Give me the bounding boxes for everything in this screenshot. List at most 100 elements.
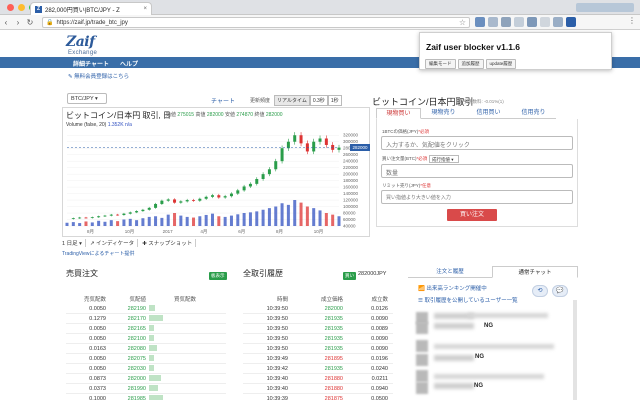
- tab-close-icon[interactable]: ×: [143, 6, 147, 12]
- price[interactable]: 282100: [106, 336, 146, 342]
- user-blocker-extension-icon[interactable]: [566, 17, 576, 27]
- sell-qty[interactable]: 0.0873: [66, 376, 106, 382]
- forward-button[interactable]: ›: [12, 18, 24, 27]
- update-frequency-label: 更新頻度: [250, 98, 271, 104]
- table-row[interactable]: 0.0373 281990: [66, 384, 226, 394]
- price[interactable]: 281985: [106, 396, 146, 400]
- table-row[interactable]: 0.0050 282100: [66, 334, 226, 344]
- last-price-tag: 282000: [350, 144, 370, 152]
- close-window-button[interactable]: [7, 4, 14, 11]
- depth-bar: [149, 315, 163, 322]
- minimize-window-button[interactable]: [18, 4, 25, 11]
- limit-input[interactable]: 買い指値より大きい値を入力: [381, 190, 573, 204]
- extension-icon[interactable]: [475, 17, 485, 27]
- sell-qty[interactable]: 0.0050: [66, 306, 106, 312]
- extension-icon[interactable]: [540, 17, 550, 27]
- extension-icon[interactable]: [514, 17, 524, 27]
- profile-button[interactable]: [576, 3, 634, 12]
- amount-input[interactable]: 数量: [381, 164, 573, 178]
- url-text[interactable]: https://zaif.jp/trade_btc_jpy: [56, 20, 127, 26]
- table-row[interactable]: 0.0050 282075: [66, 354, 226, 364]
- table-row[interactable]: 0.0050 282030: [66, 364, 226, 374]
- browser-tab[interactable]: Z 282,000円買い|BTC/JPY - Z ×: [30, 2, 152, 15]
- sell-qty[interactable]: 0.0050: [66, 366, 106, 372]
- back-button[interactable]: ‹: [0, 18, 12, 27]
- order-type-select[interactable]: 成行指値 ▾: [429, 155, 459, 163]
- price[interactable]: 282030: [106, 366, 146, 372]
- table-row[interactable]: 0.0873 282000: [66, 374, 226, 384]
- low-value: 274870: [236, 112, 254, 118]
- table-row[interactable]: 0.1279 282170: [66, 314, 226, 324]
- header-price: 気配値: [129, 297, 146, 303]
- tab-chat[interactable]: 通常チャット: [492, 266, 578, 278]
- sell-qty[interactable]: 0.0050: [66, 326, 106, 332]
- table-row: 10:39:40 281880 0.0211: [243, 374, 393, 384]
- extension-icon[interactable]: [527, 17, 537, 27]
- table-row[interactable]: 0.0050 282165: [66, 324, 226, 334]
- chat-scrollbar[interactable]: [573, 300, 577, 400]
- bookmark-star-icon[interactable]: ☆: [459, 18, 466, 27]
- sell-qty[interactable]: 0.1279: [66, 316, 106, 322]
- nav-detail-chart[interactable]: 詳細チャート: [73, 59, 109, 68]
- tab-chart[interactable]: チャート: [211, 96, 235, 105]
- edit-mode-button[interactable]: 編集モード: [425, 59, 456, 69]
- volume-bar: [192, 217, 196, 226]
- extension-icon[interactable]: [501, 17, 511, 27]
- price[interactable]: 282080: [106, 346, 146, 352]
- sell-qty[interactable]: 0.0050: [66, 356, 106, 362]
- order-tabs: 現物買い 現物売り 信用買い 信用売り: [376, 108, 556, 119]
- table-row[interactable]: 0.0050 282190: [66, 304, 226, 314]
- price[interactable]: 282075: [106, 356, 146, 362]
- volume-ranking-link[interactable]: 📶 出来高ランキング開催中: [418, 284, 487, 292]
- extension-icon[interactable]: [553, 17, 563, 27]
- tab-spot-sell[interactable]: 現物売り: [421, 108, 466, 119]
- update-history-button[interactable]: update履歴: [485, 59, 517, 69]
- lock-icon: 🔒: [46, 20, 54, 26]
- tradingview-credit-link[interactable]: TradingViewによるチャート提供: [62, 250, 134, 257]
- indicator-button[interactable]: ↗ インディケータ: [90, 239, 139, 247]
- interval-1s-button[interactable]: 1秒: [327, 95, 342, 106]
- table-row: 10:39:39 281875 0.0500: [243, 394, 393, 400]
- reload-button[interactable]: ↻: [24, 18, 36, 27]
- buy-order-button[interactable]: 買い注文: [447, 209, 497, 221]
- address-bar[interactable]: 🔒 https://zaif.jp/trade_btc_jpy ☆: [42, 17, 470, 28]
- table-row[interactable]: 0.0163 282080: [66, 344, 226, 354]
- tab-orders-history[interactable]: 注文と履歴: [408, 266, 492, 278]
- zaif-logo[interactable]: Zaif Exchange: [66, 34, 97, 56]
- price[interactable]: 282000: [106, 376, 146, 382]
- price[interactable]: 282190: [106, 306, 146, 312]
- refresh-icon[interactable]: ⟲: [532, 285, 548, 297]
- volume-bar: [147, 216, 151, 226]
- table-row: 10:39:50 281935 0.0090: [243, 344, 393, 354]
- sell-qty[interactable]: 0.1000: [66, 396, 106, 400]
- tab-spot-buy[interactable]: 現物買い: [376, 108, 421, 119]
- signup-link[interactable]: ✎ 無料会員登録はこちら: [68, 72, 129, 80]
- add-history-button[interactable]: 追加履歴: [457, 59, 484, 69]
- price-input[interactable]: 入力するか、気配値をクリック: [381, 136, 573, 150]
- sell-qty[interactable]: 0.0050: [66, 336, 106, 342]
- tab-margin-sell[interactable]: 信用売り: [511, 108, 556, 119]
- price[interactable]: 281990: [106, 386, 146, 392]
- candle-body: [280, 148, 284, 162]
- interval-0-3s-button[interactable]: 0.3秒: [309, 95, 328, 106]
- avatar: [416, 322, 428, 334]
- sell-qty[interactable]: 0.0163: [66, 346, 106, 352]
- snapshot-button[interactable]: ✚ スナップショット: [142, 239, 197, 247]
- nav-help[interactable]: ヘルプ: [120, 59, 138, 68]
- y-tick-label: 60000: [343, 217, 356, 222]
- candle-body: [97, 216, 101, 218]
- tab-margin-buy[interactable]: 信用買い: [466, 108, 511, 119]
- table-row[interactable]: 0.1000 281985: [66, 394, 226, 400]
- chat-bubble-icon[interactable]: 💬: [552, 285, 568, 297]
- timeframe-select[interactable]: 1 日足 ▾: [62, 239, 86, 247]
- pair-select[interactable]: BTC/JPY ▾: [67, 93, 107, 104]
- browser-menu-icon[interactable]: ⋮: [628, 16, 636, 25]
- realtime-button[interactable]: リアルタイム: [274, 95, 310, 106]
- zaif-favicon-icon: Z: [35, 5, 42, 13]
- price[interactable]: 282165: [106, 326, 146, 332]
- price[interactable]: 282170: [106, 316, 146, 322]
- extension-icon[interactable]: [488, 17, 498, 27]
- volume-bar: [274, 206, 278, 226]
- sell-qty[interactable]: 0.0373: [66, 386, 106, 392]
- public-history-users-link[interactable]: ☰ 取引履歴を公開しているユーザー一覧: [418, 296, 518, 304]
